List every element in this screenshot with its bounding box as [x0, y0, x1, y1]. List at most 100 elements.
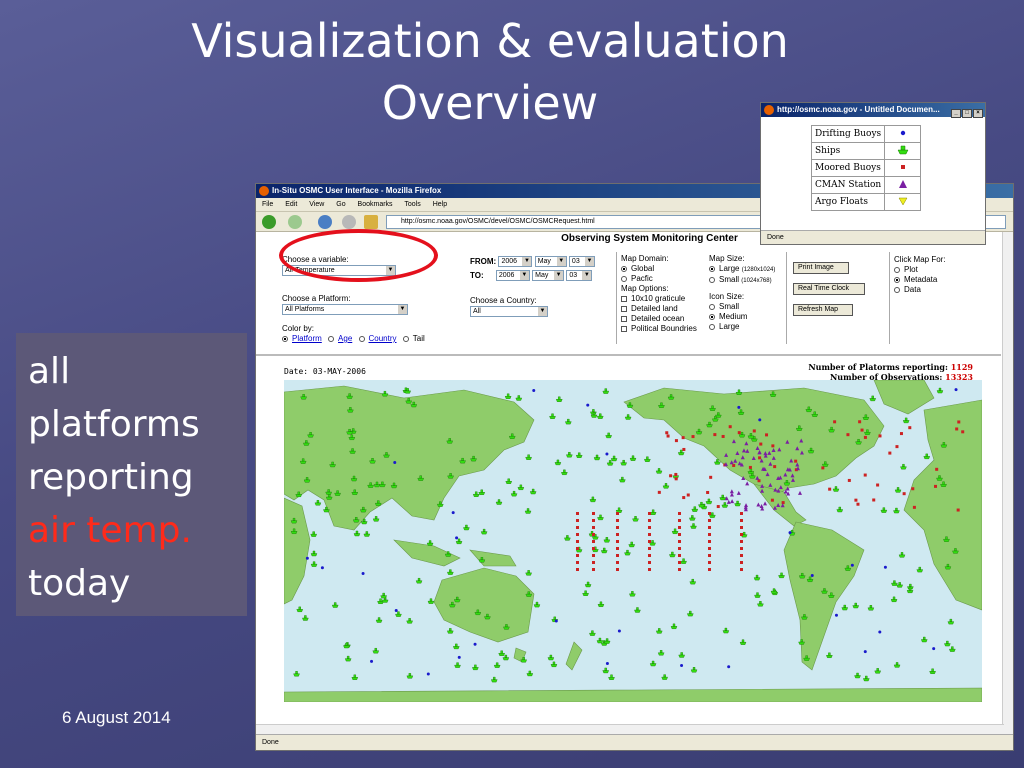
- colorby-platform-link[interactable]: Platform: [292, 334, 322, 343]
- drifting-buoy-marker: [878, 630, 882, 634]
- to-month-select[interactable]: May: [532, 270, 565, 282]
- colorby-country-radio[interactable]: [358, 335, 365, 342]
- click-metadata-radio[interactable]: [894, 276, 900, 283]
- domain-global[interactable]: Global: [621, 264, 707, 274]
- click-data[interactable]: Data: [894, 285, 954, 295]
- moored-buoy-marker: [771, 444, 775, 448]
- real-time-clock-button[interactable]: Real Time Clock: [793, 283, 865, 295]
- size-small-radio[interactable]: [709, 276, 715, 283]
- click-plot[interactable]: Plot: [894, 265, 954, 275]
- stop-icon[interactable]: [342, 215, 356, 229]
- icon-small[interactable]: Small: [709, 302, 789, 312]
- red-square-icon: [884, 159, 922, 177]
- menu-bookmarks[interactable]: Bookmarks: [358, 201, 393, 208]
- minimize-icon[interactable]: _: [951, 109, 961, 118]
- domain-pacific[interactable]: Pacfic: [621, 274, 707, 284]
- menu-file[interactable]: File: [262, 201, 273, 208]
- moored-buoy-marker: [872, 498, 876, 502]
- moored-buoy-marker: [934, 484, 938, 488]
- horizontal-scrollbar[interactable]: [256, 724, 1004, 734]
- side-text-box: all platforms reporting air temp. today: [16, 333, 247, 616]
- home-icon[interactable]: [364, 215, 378, 229]
- options-label: Map Options:: [621, 284, 669, 293]
- moored-buoy-marker: [708, 526, 711, 529]
- drifting-buoy-marker: [954, 388, 958, 392]
- opt-political[interactable]: Political Boundries: [621, 324, 707, 334]
- moored-buoy-marker: [576, 512, 579, 515]
- vertical-scrollbar[interactable]: [1002, 232, 1013, 736]
- browser-title: In-Situ OSMC User Interface - Mozilla Fi…: [272, 186, 442, 195]
- icon-large[interactable]: Large: [709, 322, 789, 332]
- moored-buoy-marker: [708, 519, 711, 522]
- moored-buoy-marker: [708, 568, 711, 571]
- icon-small-radio[interactable]: [709, 303, 715, 310]
- colorby-tail-radio[interactable]: [402, 335, 409, 342]
- opt-land[interactable]: Detailed land: [621, 304, 707, 314]
- menu-help[interactable]: Help: [433, 201, 447, 208]
- moored-buoy-marker: [955, 427, 959, 431]
- moored-buoy-marker: [854, 498, 858, 502]
- forward-arrow-icon[interactable]: [288, 215, 302, 229]
- ocean-checkbox[interactable]: [621, 315, 627, 322]
- moored-buoy-marker: [911, 487, 915, 491]
- colorby-platform-radio[interactable]: [282, 335, 288, 342]
- domain-pacific-radio[interactable]: [621, 275, 627, 282]
- graticule-checkbox[interactable]: [621, 295, 627, 302]
- icon-medium-radio[interactable]: [709, 313, 715, 320]
- colorby-age-link[interactable]: Age: [338, 334, 352, 343]
- moored-buoy-marker: [678, 554, 681, 557]
- moored-buoy-marker: [935, 467, 939, 471]
- print-image-button[interactable]: Print Image: [793, 262, 849, 274]
- size-small[interactable]: Small (1024x768): [709, 275, 789, 286]
- moored-buoy-marker: [759, 442, 763, 446]
- click-data-radio[interactable]: [894, 286, 900, 293]
- back-arrow-icon[interactable]: [262, 215, 276, 229]
- domain-global-radio[interactable]: [621, 265, 627, 272]
- green-ship-icon: [884, 142, 922, 160]
- moored-buoy-marker: [678, 547, 681, 550]
- icon-large-radio[interactable]: [709, 323, 715, 330]
- menu-go[interactable]: Go: [336, 201, 345, 208]
- blue-dot-icon: [884, 125, 922, 143]
- purple-triangle-icon: [884, 176, 922, 194]
- from-day-select[interactable]: 03: [568, 256, 595, 268]
- menu-view[interactable]: View: [309, 201, 324, 208]
- moored-buoy-marker: [821, 466, 825, 470]
- moored-buoy-marker: [678, 540, 681, 543]
- icon-large-label: Large: [719, 322, 740, 331]
- icon-medium[interactable]: Medium: [709, 312, 789, 322]
- to-year-select[interactable]: 2006: [495, 270, 530, 282]
- land-checkbox[interactable]: [621, 305, 627, 312]
- platform-select[interactable]: All Platforms: [282, 304, 408, 315]
- moored-buoy-marker: [902, 492, 906, 496]
- size-large[interactable]: Large (1280x1024): [709, 264, 789, 275]
- click-plot-radio[interactable]: [894, 266, 900, 273]
- click-metadata[interactable]: Metadata: [894, 275, 954, 285]
- menu-tools[interactable]: Tools: [404, 201, 420, 208]
- drifting-buoy-marker: [361, 572, 365, 576]
- platform-map[interactable]: [284, 380, 982, 702]
- from-year-select[interactable]: 2006: [498, 256, 533, 268]
- to-day-select[interactable]: 03: [566, 270, 593, 282]
- legend-label: Ships: [810, 142, 886, 160]
- opt-ocean[interactable]: Detailed ocean: [621, 314, 707, 324]
- country-select[interactable]: All: [470, 306, 548, 317]
- moored-buoy-marker: [674, 473, 678, 477]
- political-checkbox[interactable]: [621, 325, 627, 332]
- from-label: FROM:: [470, 257, 497, 266]
- size-large-radio[interactable]: [709, 265, 715, 272]
- opt-graticule[interactable]: 10x10 graticule: [621, 294, 707, 304]
- from-month-select[interactable]: May: [534, 256, 567, 268]
- colorby-age-radio[interactable]: [328, 335, 335, 342]
- close-icon[interactable]: ×: [973, 109, 983, 118]
- moored-buoy-marker: [847, 478, 851, 482]
- menu-edit[interactable]: Edit: [285, 201, 297, 208]
- maximize-icon[interactable]: □: [962, 109, 972, 118]
- moored-buoy-marker: [740, 533, 743, 536]
- refresh-map-button[interactable]: Refresh Map: [793, 304, 853, 316]
- moored-buoy-marker: [740, 561, 743, 564]
- moored-buoy-marker: [682, 496, 686, 500]
- reload-icon[interactable]: [318, 215, 332, 229]
- moored-buoy-marker: [878, 434, 882, 438]
- colorby-country-link[interactable]: Country: [369, 334, 397, 343]
